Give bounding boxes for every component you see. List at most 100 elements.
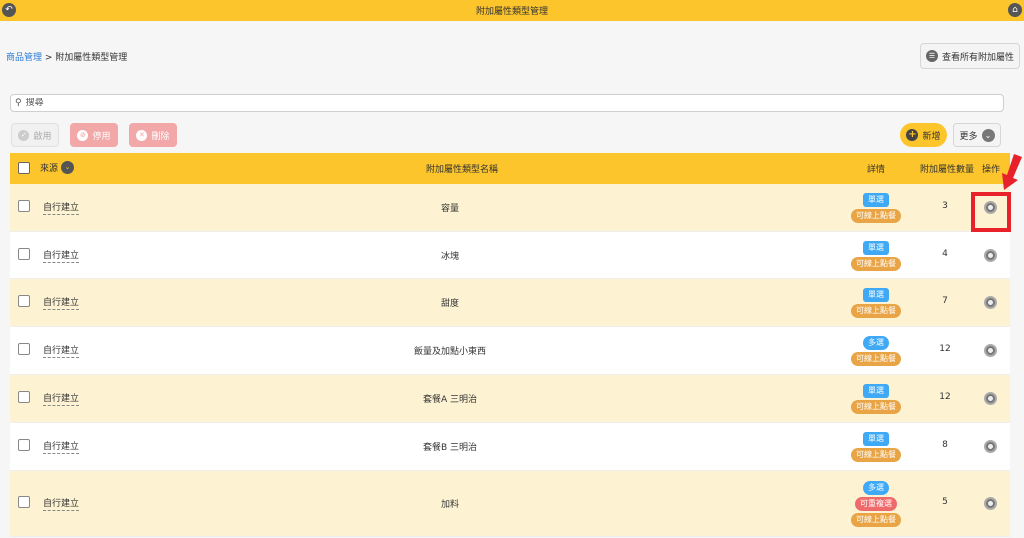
enable-button[interactable]: ✓ 啟用 [11,123,59,147]
table-body: 自行建立 容量 單選 可線上點餐 3 自行建立 冰塊 單選 可線上點餐 4 自行建立 甜度 單選 可線上點… [10,184,1010,537]
row-name: 飯量及加點小東西 [413,347,486,357]
breadcrumb: 商品管理 > 附加屬性類型管理 [6,50,127,63]
add-label: 新增 [922,131,941,142]
page-title: 附加屬性類型管理 [475,7,548,17]
row-checkbox[interactable] [18,343,30,355]
row-name: 甜度 [440,299,459,309]
detail-tag: 可線上點餐 [851,304,901,318]
row-checkbox[interactable] [18,391,30,403]
row-name: 套餐A 三明治 [422,395,478,405]
search-input[interactable] [25,98,926,108]
detail-tag: 多選 [863,336,889,350]
row-source-link[interactable]: 自行建立 [43,439,80,454]
row-detail-tags: 單選 可線上點餐 [846,384,906,414]
more-button[interactable]: 更多 ⌄ [953,123,1001,147]
row-name: 容量 [440,204,459,214]
detail-tag: 單選 [863,240,889,255]
delete-button[interactable]: ✕ 刪除 [129,123,177,147]
enable-label: 啟用 [33,131,52,142]
row-checkbox[interactable] [18,496,30,508]
detail-tag: 可線上點餐 [851,400,901,414]
row-attribute-count: 5 [942,497,948,507]
close-icon: ✕ [136,129,148,141]
column-header-source[interactable]: 來源 ⌄ [40,161,75,174]
home-icon[interactable]: ⌂ [1008,3,1022,17]
row-attribute-count: 8 [942,440,948,450]
row-detail-tags: 多選 可線上點餐 [846,336,906,366]
column-header-name: 附加屬性類型名稱 [426,165,499,175]
column-header-detail: 詳情 [867,165,886,175]
search-icon: ⚲ [15,98,22,108]
row-name: 套餐B 三明治 [422,443,478,453]
ban-icon: ⊘ [77,129,89,141]
gear-icon[interactable] [984,296,997,309]
row-detail-tags: 單選 可線上點餐 [846,193,906,223]
row-attribute-count: 4 [942,248,948,259]
chevron-down-icon[interactable]: ⌄ [61,161,75,174]
detail-tag: 單選 [863,193,889,207]
attribute-type-table: 來源 ⌄ 附加屬性類型名稱 詳情 附加屬性數量 操作 自行建立 容量 單選 可線上點餐… [10,153,1010,537]
table-row[interactable]: 自行建立 加料 多選可重複選可線上點餐 5 [10,471,1010,537]
row-source-link[interactable]: 自行建立 [43,248,80,263]
row-name: 冰塊 [440,251,459,262]
delete-label: 刪除 [151,131,170,142]
table-row[interactable]: 自行建立 冰塊 單選 可線上點餐 4 [10,232,1010,279]
annotation-highlight-box [971,192,1011,232]
annotation-arrow-icon [1002,154,1022,190]
column-source-label: 來源 [40,164,59,174]
row-checkbox[interactable] [18,295,30,307]
table-row[interactable]: 自行建立 套餐A 三明治 單選 可線上點餐 12 [10,375,1010,423]
breadcrumb-root-link[interactable]: 商品管理 [6,53,42,63]
list-icon: ☰ [925,50,938,62]
table-row[interactable]: 自行建立 套餐B 三明治 單選可線上點餐 8 [10,423,1010,471]
select-all-checkbox[interactable] [18,162,30,174]
gear-icon[interactable] [984,248,997,262]
disable-button[interactable]: ⊘ 停用 [70,123,118,147]
detail-tag: 單選 [863,432,889,446]
gear-icon[interactable] [984,497,997,510]
view-all-attributes-button[interactable]: ☰ 查看所有附加屬性 [920,43,1020,69]
row-detail-tags: 單選 可線上點餐 [846,288,906,318]
detail-tag: 可線上點餐 [851,256,901,271]
detail-tag: 單選 [863,288,889,302]
row-attribute-count: 12 [939,344,951,354]
row-source-link[interactable]: 自行建立 [43,391,80,406]
row-checkbox[interactable] [18,200,30,212]
row-source-link[interactable]: 自行建立 [43,343,80,358]
disable-label: 停用 [92,131,111,142]
detail-tag: 可線上點餐 [851,352,901,366]
gear-icon[interactable] [984,440,997,453]
gear-icon[interactable] [984,344,997,357]
breadcrumb-current: 附加屬性類型管理 [55,53,128,63]
detail-tag: 可線上點餐 [851,448,901,462]
row-detail-tags: 單選 可線上點餐 [846,432,906,462]
row-checkbox[interactable] [18,439,30,451]
detail-tag: 可重複選 [855,497,897,511]
more-label: 更多 [959,131,978,142]
view-all-attributes-label: 查看所有附加屬性 [941,52,1014,63]
gear-icon[interactable] [984,392,997,405]
table-row[interactable]: 自行建立 甜度 單選可線上點餐 7 [10,279,1010,327]
row-detail-tags: 多選可重複選可線上點餐 [846,481,906,527]
detail-tag: 可線上點餐 [851,513,901,527]
row-attribute-count: 7 [942,296,948,306]
detail-tag: 可線上點餐 [851,209,901,223]
row-name: 加料 [440,500,459,510]
row-detail-tags: 單選 可線上點餐 [846,240,906,271]
row-source-link[interactable]: 自行建立 [43,200,80,215]
detail-tag: 多選 [863,481,889,495]
row-source-link[interactable]: 自行建立 [43,496,80,511]
add-button[interactable]: + 新增 [900,123,947,147]
chevron-down-icon: ⌄ [981,128,995,142]
row-attribute-count: 3 [942,201,948,211]
top-bar: ↶ 附加屬性類型管理 ⌂ [0,0,1024,21]
breadcrumb-separator: > [42,53,56,63]
column-header-count: 附加屬性數量 [920,165,975,175]
row-source-link[interactable]: 自行建立 [43,295,80,310]
check-icon: ✓ [18,129,30,141]
table-row[interactable]: 自行建立 飯量及加點小東西 多選可線上點餐 12 [10,327,1010,375]
row-attribute-count: 12 [939,392,951,402]
table-row[interactable]: 自行建立 容量 單選可線上點餐 3 [10,184,1010,232]
table-header: 來源 ⌄ 附加屬性類型名稱 詳情 附加屬性數量 操作 [10,153,1010,184]
row-checkbox[interactable] [18,247,30,260]
